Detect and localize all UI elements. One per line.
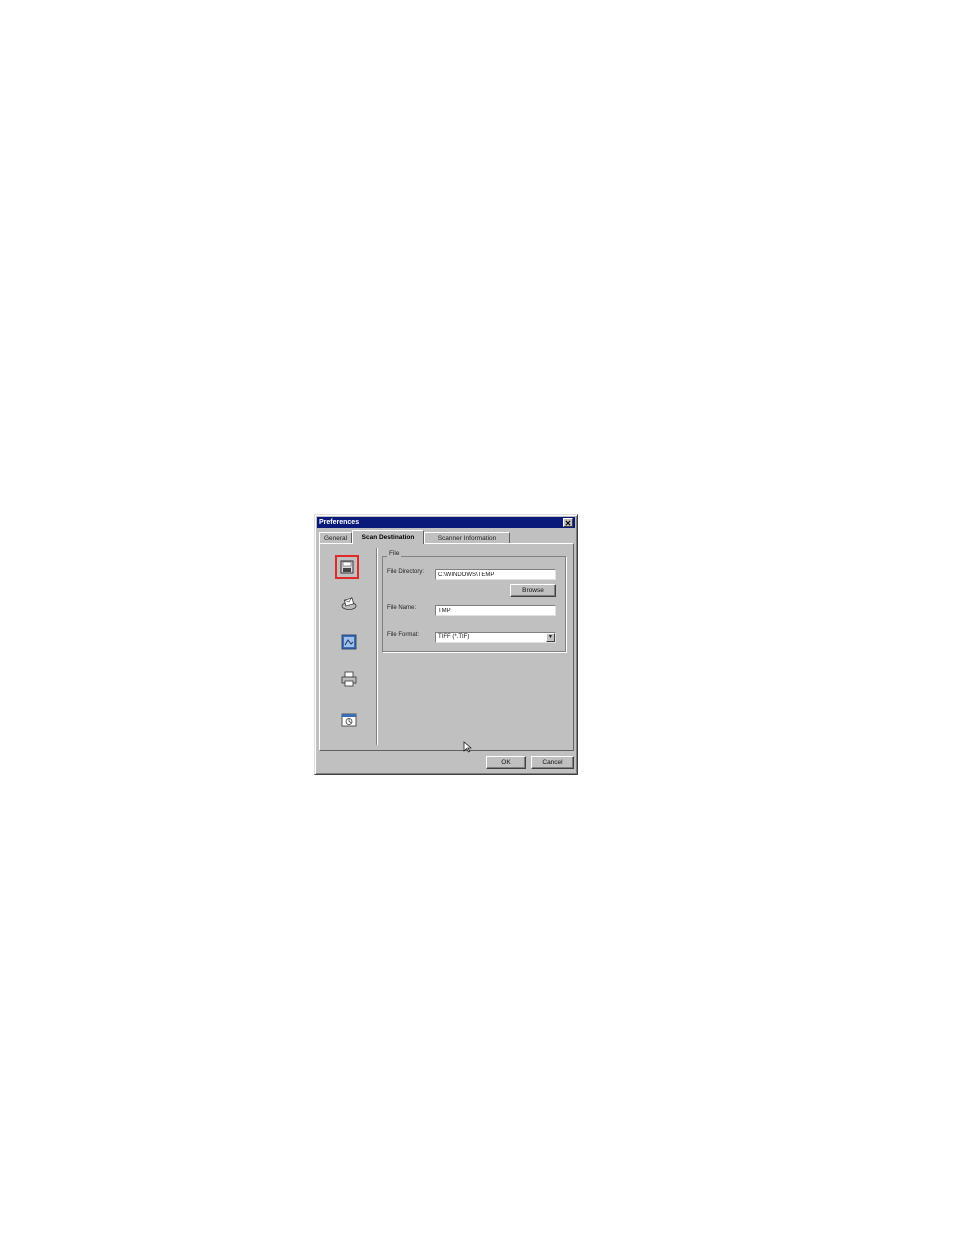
floppy-disk-icon xyxy=(340,560,354,574)
cancel-button[interactable]: Cancel xyxy=(531,756,574,769)
email-destination-button[interactable] xyxy=(340,595,358,613)
chevron-down-icon[interactable]: ▼ xyxy=(546,633,555,642)
file-format-label: File Format: xyxy=(387,632,420,638)
ok-button[interactable]: OK xyxy=(486,756,526,769)
file-group-title: File xyxy=(387,550,402,557)
application-icon xyxy=(341,713,357,727)
mouse-pointer-icon xyxy=(463,741,472,753)
image-editor-destination-button[interactable] xyxy=(340,633,358,651)
image-editor-icon xyxy=(341,634,357,650)
close-icon: ✕ xyxy=(564,519,572,528)
browse-button[interactable]: Browse xyxy=(510,584,556,597)
sidebar-divider xyxy=(376,548,377,745)
tab-scanner-information[interactable]: Scanner Information xyxy=(424,532,510,543)
title-bar[interactable]: Preferences ✕ xyxy=(317,517,575,528)
printer-icon xyxy=(341,671,357,687)
tab-scan-destination[interactable]: Scan Destination xyxy=(352,530,424,544)
email-icon xyxy=(341,596,357,610)
file-destination-button[interactable] xyxy=(335,555,359,579)
application-destination-button[interactable] xyxy=(340,711,358,729)
close-button[interactable]: ✕ xyxy=(563,518,573,528)
file-format-value: TIFF (*.TIF) xyxy=(438,634,470,640)
window-title: Preferences xyxy=(319,519,360,526)
tab-panel: File File Directory: Browse File Name: F… xyxy=(319,543,574,753)
printer-destination-button[interactable] xyxy=(340,670,358,688)
preferences-dialog: Preferences ✕ General Scan Destination S… xyxy=(314,514,578,775)
file-directory-label: File Directory: xyxy=(387,569,425,575)
file-directory-input[interactable] xyxy=(435,569,556,580)
file-format-select[interactable]: TIFF (*.TIF) ▼ xyxy=(435,632,556,643)
tab-general[interactable]: General xyxy=(319,532,352,543)
file-name-input[interactable] xyxy=(435,605,556,616)
file-name-label: File Name: xyxy=(387,605,417,611)
